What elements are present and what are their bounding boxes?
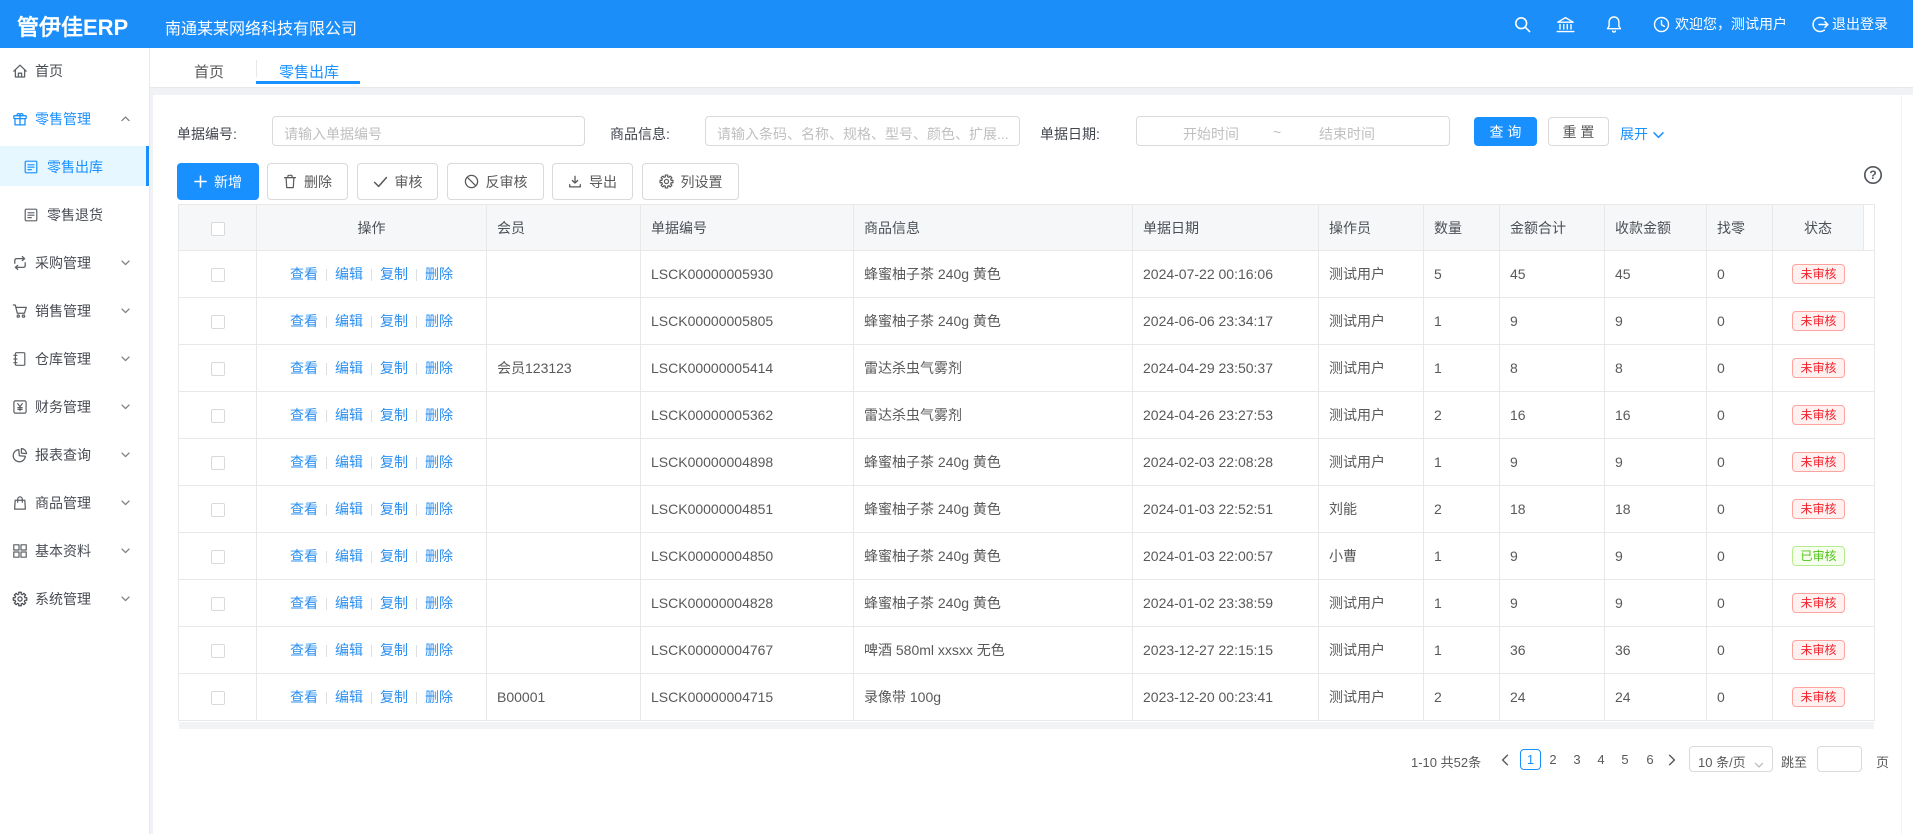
svg-text:?: ?: [1869, 168, 1876, 182]
